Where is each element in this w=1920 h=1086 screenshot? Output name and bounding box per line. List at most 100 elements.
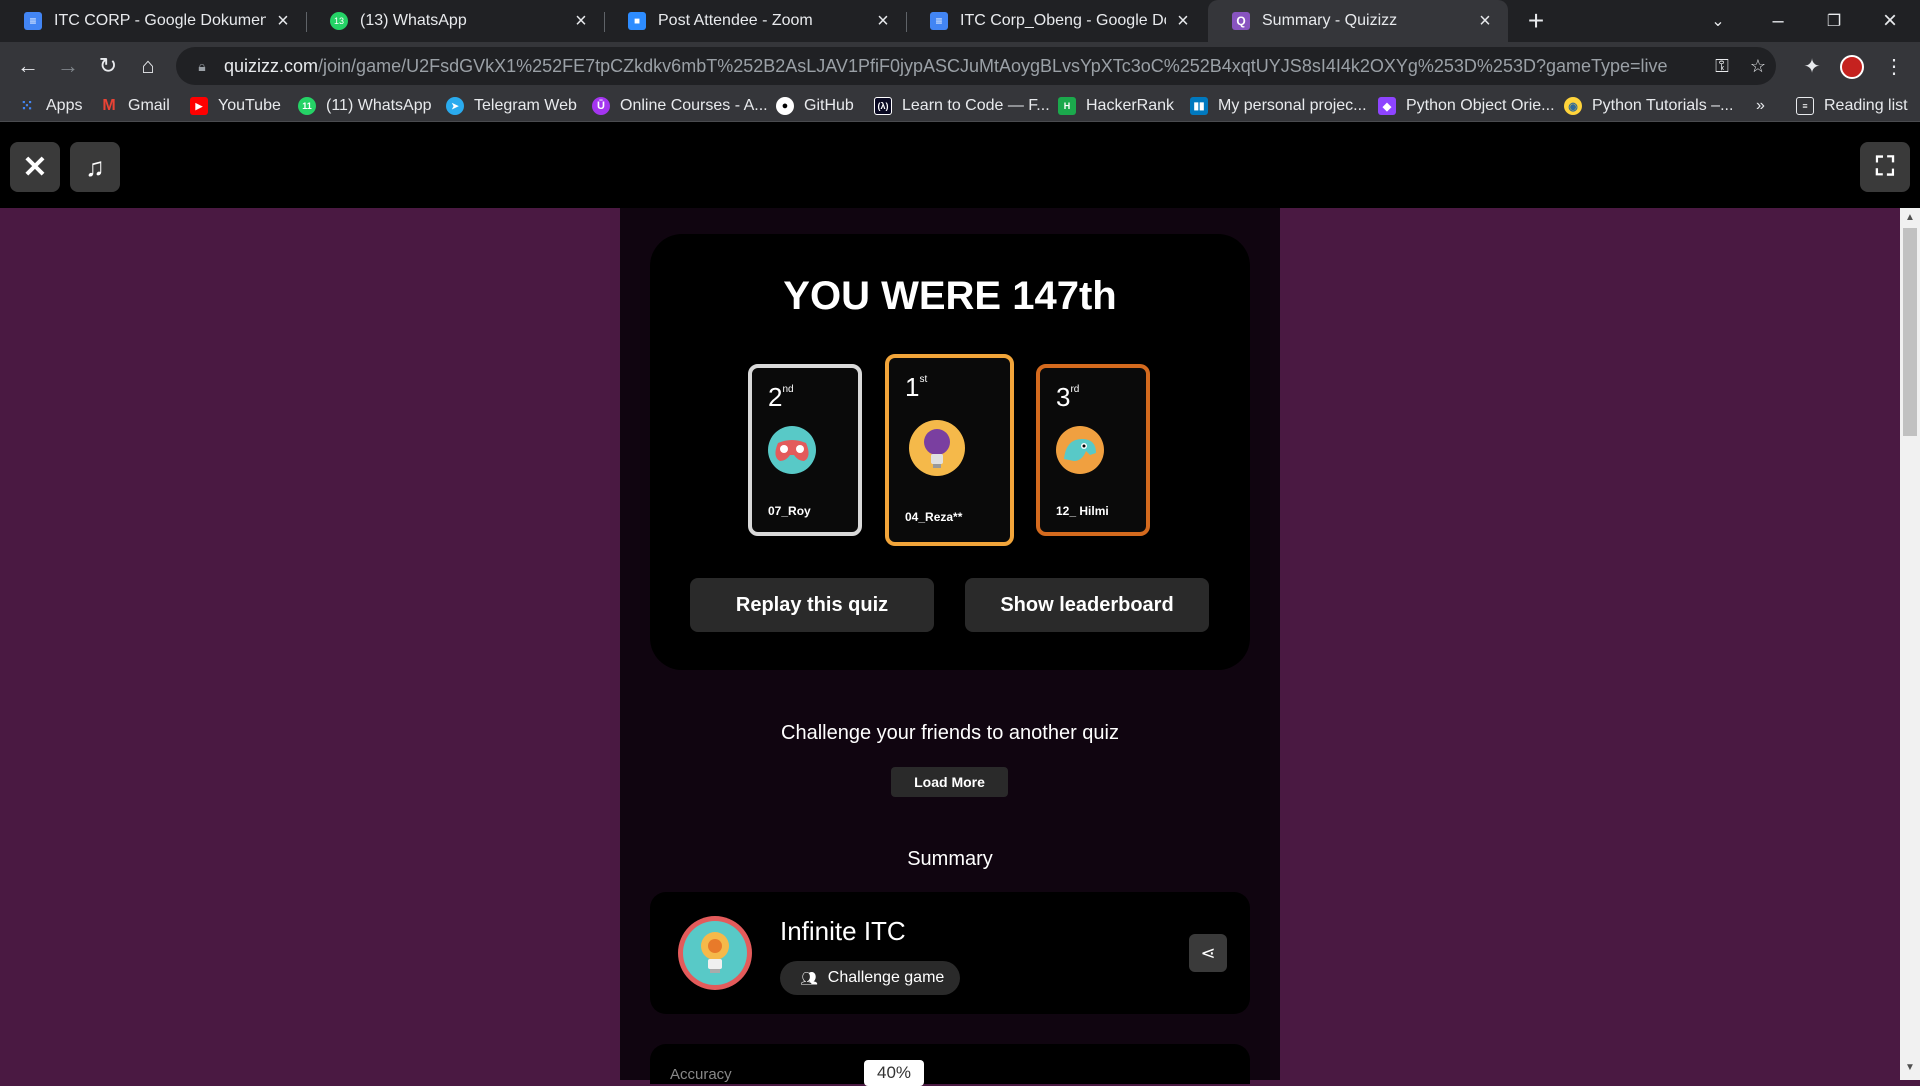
lock-icon[interactable]: 🔒︎ — [192, 58, 212, 75]
tab-title: Post Attendee - Zoom — [658, 12, 813, 29]
window-close-icon[interactable]: × — [1862, 0, 1918, 42]
scrollbar-thumb[interactable] — [1903, 228, 1917, 436]
bookmark-whatsapp[interactable]: 11 (11) WhatsApp — [298, 94, 432, 118]
star-icon[interactable]: ☆ — [1740, 56, 1776, 77]
bookmark-label: Online Courses - A... — [620, 97, 768, 114]
bookmark-label: YouTube — [218, 97, 281, 114]
place-label: 2nd — [768, 382, 794, 413]
accuracy-value: 40% — [864, 1060, 924, 1086]
player-name: 07_Roy — [768, 504, 811, 518]
load-more-button[interactable]: Load More — [891, 767, 1008, 797]
reload-icon[interactable]: ↻ — [92, 50, 124, 82]
place-label: 3rd — [1056, 382, 1079, 413]
bookmark-python-oop[interactable]: ◆ Python Object Orie... — [1378, 94, 1555, 118]
game-header: ✕ ♫ ⛶ — [0, 122, 1920, 208]
close-icon[interactable]: × — [572, 10, 590, 33]
scroll-down-arrow-icon[interactable]: ▼ — [1903, 1062, 1917, 1074]
back-icon[interactable]: ← — [12, 50, 44, 82]
fullscreen-button[interactable]: ⛶ — [1860, 142, 1910, 192]
bookmark-github[interactable]: ● GitHub — [776, 94, 854, 118]
tab-title: ITC CORP - Google Dokumen — [54, 12, 266, 29]
google-docs-icon: ≡ — [24, 12, 42, 30]
close-icon[interactable]: × — [1476, 10, 1494, 33]
scroll-up-arrow-icon[interactable]: ▲ — [1903, 212, 1917, 224]
bookmark-apps[interactable]: ⁙ Apps — [18, 94, 82, 118]
place-label: 1st — [905, 372, 927, 403]
accuracy-card — [650, 1044, 1250, 1084]
tab-search-icon[interactable]: ⌄ — [1690, 0, 1746, 42]
music-toggle-button[interactable]: ♫ — [70, 142, 120, 192]
menu-icon[interactable]: ⋮ — [1878, 50, 1910, 82]
summary-title: Summary — [907, 848, 993, 870]
bookmark-telegram[interactable]: ➤ Telegram Web — [446, 94, 577, 118]
fullscreen-icon: ⛶ — [1875, 151, 1895, 181]
show-leaderboard-button[interactable]: Show leaderboard — [965, 578, 1209, 632]
tab-title: ITC Corp_Obeng - Google Dokum — [960, 12, 1166, 29]
url-host: quizizz.com — [224, 55, 319, 76]
tab-whatsapp[interactable]: 13 (13) WhatsApp × — [306, 0, 604, 42]
forward-icon[interactable]: → — [52, 50, 84, 82]
bookmark-hackerrank[interactable]: H HackerRank — [1058, 94, 1174, 118]
tab-quizizz-summary[interactable]: Q Summary - Quizizz × — [1208, 0, 1508, 42]
bookmark-label: Learn to Code — F... — [902, 97, 1050, 114]
gamepad-avatar-icon — [768, 426, 816, 474]
udemy-icon: Ū — [592, 97, 610, 115]
close-icon[interactable]: × — [1174, 10, 1192, 33]
whatsapp-icon: 13 — [330, 12, 348, 30]
share-icon: ⋖ — [1200, 942, 1216, 963]
users-icon: 👥︎ — [800, 969, 818, 986]
bookmark-freecodecamp[interactable]: (λ) Learn to Code — F... — [874, 94, 1050, 118]
home-icon[interactable]: ⌂ — [132, 50, 164, 82]
youtube-icon: ▶ — [190, 97, 208, 115]
python-icon: ◉ — [1564, 97, 1582, 115]
minimize-icon[interactable]: – — [1750, 0, 1806, 42]
github-icon: ● — [776, 97, 794, 115]
telegram-icon: ➤ — [446, 97, 464, 115]
replay-quiz-button[interactable]: Replay this quiz — [690, 578, 934, 632]
bookmark-label: (11) WhatsApp — [326, 97, 432, 114]
bookmark-label: Python Object Orie... — [1406, 97, 1555, 114]
key-icon[interactable]: ⚿ — [1704, 56, 1740, 77]
tab-title: Summary - Quizizz — [1262, 12, 1398, 29]
tab-itc-corp-obeng-docs[interactable]: ≡ ITC Corp_Obeng - Google Dokum × — [906, 0, 1206, 42]
hackerrank-icon: H — [1058, 97, 1076, 115]
browser-toolbar: ← → ↻ ⌂ 🔒︎ quizizz.com/join/game/U2FsdGV… — [0, 42, 1920, 90]
bookmark-gmail[interactable]: M Gmail — [100, 94, 169, 118]
lightbulb-avatar-icon — [909, 420, 965, 476]
podium-third: 3rd 12_ Hilmi — [1036, 364, 1150, 536]
bookmark-label: Python Tutorials –... — [1592, 97, 1734, 114]
close-icon[interactable]: × — [874, 10, 892, 33]
bookmark-trello[interactable]: ▮▮ My personal projec... — [1190, 94, 1367, 118]
place-number: 2 — [768, 382, 783, 412]
place-suffix: rd — [1070, 384, 1080, 395]
trello-icon: ▮▮ — [1190, 97, 1208, 115]
challenge-game-button[interactable]: 👥︎ Challenge game — [780, 961, 960, 995]
overflow-label: » — [1756, 97, 1765, 114]
quizizz-icon: Q — [1232, 12, 1250, 30]
bookmarks-bar: ⁙ Apps M Gmail ▶ YouTube 11 (11) WhatsAp… — [0, 90, 1920, 122]
url-path: /join/game/U2FsdGVkX1%252FE7tpCZkdkv6mbT… — [318, 55, 1668, 76]
address-bar[interactable]: 🔒︎ quizizz.com/join/game/U2FsdGVkX1%252F… — [176, 47, 1776, 85]
bookmark-udemy[interactable]: Ū Online Courses - A... — [592, 94, 768, 118]
bookmark-python-tutorials[interactable]: ◉ Python Tutorials –... — [1564, 94, 1733, 118]
share-button[interactable]: ⋖ — [1189, 934, 1227, 972]
extensions-icon[interactable]: ✦ — [1796, 50, 1828, 82]
restore-icon[interactable]: ❐ — [1806, 0, 1862, 42]
bookmarks-overflow-button[interactable]: » — [1756, 94, 1765, 118]
reading-list-label: Reading list — [1824, 97, 1908, 114]
close-icon[interactable]: × — [274, 10, 292, 33]
dinosaur-avatar-icon — [1056, 426, 1104, 474]
tab-itc-corp-docs[interactable]: ≡ ITC CORP - Google Dokumen × — [0, 0, 306, 42]
whatsapp-icon: 11 — [298, 97, 316, 115]
gmail-icon: M — [102, 97, 116, 114]
bookmark-youtube[interactable]: ▶ YouTube — [190, 94, 281, 118]
exit-game-button[interactable]: ✕ — [10, 142, 60, 192]
lightbulb-icon — [683, 921, 747, 985]
new-tab-button[interactable]: + — [1520, 4, 1552, 38]
tab-zoom[interactable]: ■ Post Attendee - Zoom × — [604, 0, 906, 42]
challenge-friends-text: Challenge your friends to another quiz — [781, 722, 1119, 744]
url-text[interactable]: quizizz.com/join/game/U2FsdGVkX1%252FE7t… — [224, 56, 1704, 77]
profile-avatar[interactable] — [1840, 55, 1864, 79]
reading-list-button[interactable]: ≡ Reading list — [1796, 94, 1908, 118]
tab-title: (13) WhatsApp — [360, 12, 467, 29]
